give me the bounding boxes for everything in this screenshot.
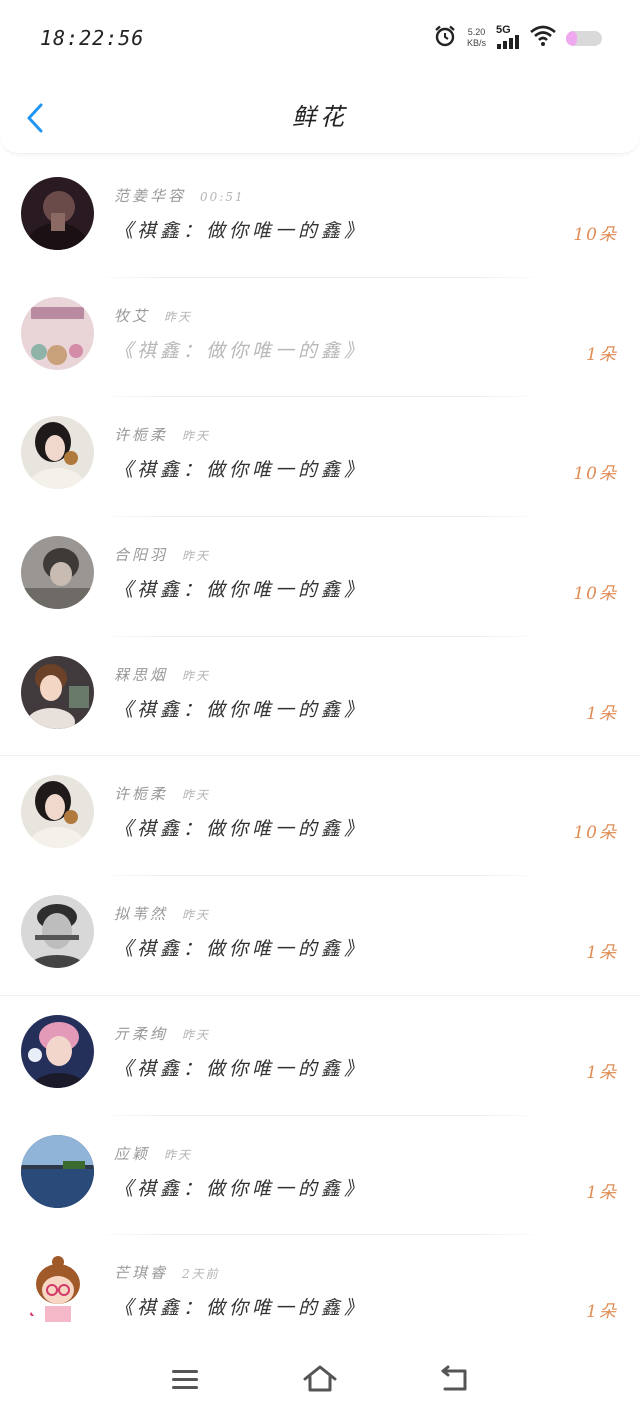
avatar[interactable]: [21, 1254, 94, 1328]
battery-icon: [566, 30, 602, 46]
gift-list: 范姜华容 00:51 《祺鑫：做你唯一的鑫》 10朵 牧艾 昨天 《祺鑫：做你唯一的鑫》 1朵…: [0, 158, 640, 1355]
sent-time: 昨天: [164, 1147, 193, 1162]
sender-name: 牧艾: [114, 306, 151, 325]
sent-time: 昨天: [164, 309, 193, 324]
list-item[interactable]: 拟苇然 昨天《祺鑫：做你唯一的鑫》 1朵: [0, 876, 640, 996]
gift-count: 10朵: [573, 584, 618, 605]
sender-row: 许栀柔 昨天: [114, 783, 210, 804]
gift-message: 《祺鑫：做你唯一的鑫》: [114, 1177, 368, 1200]
gift-count: 1朵: [586, 1182, 618, 1203]
list-item[interactable]: 许栀柔 昨天《祺鑫：做你唯一的鑫》 10朵: [0, 397, 640, 518]
battery-fill: [566, 30, 577, 46]
avatar[interactable]: [21, 655, 94, 729]
bottom-nav: [0, 1340, 640, 1417]
gift-message: 《祺鑫：做你唯一的鑫》: [114, 459, 368, 482]
sender-name: 拟苇然: [114, 905, 169, 924]
sent-time: 昨天: [182, 549, 211, 564]
gift-message: 《祺鑫：做你唯一的鑫》: [114, 220, 368, 242]
gift-count: 1朵: [586, 344, 618, 365]
menu-icon: [172, 1369, 199, 1389]
gift-message: 《祺鑫：做你唯一的鑫》: [114, 1297, 368, 1320]
gift-count: 1朵: [586, 1302, 618, 1323]
signal-icon: [496, 35, 520, 51]
list-item[interactable]: 芒琪睿 2天前《祺鑫：做你唯一的鑫》 1朵: [0, 1235, 640, 1355]
list-item[interactable]: 范姜华容 00:51 《祺鑫：做你唯一的鑫》 10朵: [0, 158, 640, 278]
sent-time: 昨天: [182, 429, 211, 444]
gift-count: 1朵: [586, 943, 618, 964]
gift-message: 《祺鑫：做你唯一的鑫》: [114, 1057, 368, 1080]
home-button[interactable]: [300, 1359, 340, 1399]
avatar[interactable]: [21, 1134, 94, 1208]
sender-name: 芒琪睿: [114, 1264, 169, 1283]
sender-row: 槑思烟 昨天: [114, 664, 210, 685]
sent-time: 昨天: [182, 668, 211, 683]
sender-row: 亓柔绚 昨天: [114, 1023, 210, 1044]
list-item[interactable]: 合阳羽 昨天《祺鑫：做你唯一的鑫》 10朵: [0, 517, 640, 637]
status-time: 18:22:56: [40, 26, 145, 50]
sender-name: 槑思烟: [114, 665, 169, 684]
avatar[interactable]: [21, 1014, 94, 1088]
avatar[interactable]: [21, 296, 94, 370]
home-icon: [303, 1365, 337, 1391]
list-item[interactable]: 牧艾 昨天《祺鑫：做你唯一的鑫》 1朵: [0, 278, 640, 398]
wifi-icon: [530, 25, 556, 51]
status-icons: 5.20 KB/s 5G: [433, 24, 602, 52]
gift-message: 《祺鑫：做你唯一的鑫》: [114, 938, 368, 961]
avatar[interactable]: [21, 536, 94, 610]
sender-name: 许栀柔: [114, 426, 169, 445]
gift-count: 10朵: [573, 823, 618, 844]
list-item[interactable]: 槑思烟 昨天《祺鑫：做你唯一的鑫》 1朵: [0, 637, 640, 757]
gift-count: 10朵: [573, 225, 618, 245]
sender-row: 牧艾 昨天: [114, 305, 192, 326]
avatar[interactable]: [21, 895, 94, 969]
sender-name: 许栀柔: [114, 785, 169, 804]
gift-count: 1朵: [586, 1062, 618, 1083]
gift-message: 《祺鑫：做你唯一的鑫》: [114, 579, 368, 602]
gift-message: 《祺鑫：做你唯一的鑫》: [114, 698, 368, 721]
list-item[interactable]: 亓柔绚 昨天《祺鑫：做你唯一的鑫》 1朵: [0, 996, 640, 1116]
page-title: 鲜花: [292, 103, 348, 131]
sender-name: 应颖: [114, 1144, 151, 1163]
gift-message: 《祺鑫：做你唯一的鑫》: [114, 339, 368, 362]
list-item[interactable]: 许栀柔 昨天《祺鑫：做你唯一的鑫》 10朵: [0, 756, 640, 877]
signal-group: 5G: [496, 25, 520, 51]
chevron-left-icon: [27, 103, 43, 133]
alarm-icon: [433, 24, 457, 52]
sender-row: 范姜华容 00:51: [114, 185, 245, 206]
status-bar: 18:22:56 5.20 KB/s 5G: [0, 0, 640, 76]
avatar[interactable]: [21, 177, 94, 250]
back-button[interactable]: [18, 98, 52, 138]
return-button[interactable]: [435, 1359, 475, 1399]
gift-message: 《祺鑫：做你唯一的鑫》: [114, 818, 368, 841]
net-speed-unit: KB/s: [466, 38, 486, 48]
sender-row: 合阳羽 昨天: [114, 544, 210, 565]
menu-button[interactable]: [165, 1359, 205, 1399]
avatar[interactable]: [21, 775, 94, 849]
sender-row: 许栀柔 昨天: [114, 424, 210, 445]
header: 鲜花: [0, 76, 640, 154]
sender-name: 范姜华容: [114, 187, 187, 205]
network-type: 5G: [496, 24, 511, 36]
screen: 18:22:56 5.20 KB/s 5G 鲜花 范姜华容 00:51 《祺鑫：…: [0, 0, 640, 1417]
net-speed: 5.20 KB/s: [467, 27, 486, 49]
sent-time: 昨天: [182, 1027, 211, 1042]
avatar[interactable]: [21, 416, 94, 490]
sender-row: 芒琪睿 2天前: [114, 1262, 220, 1283]
sent-time: 昨天: [182, 788, 211, 803]
sent-time: 00:51: [200, 190, 245, 204]
sender-row: 拟苇然 昨天: [114, 903, 210, 924]
net-speed-value: 5.20: [467, 27, 486, 37]
sent-time: 昨天: [182, 908, 211, 923]
sender-name: 亓柔绚: [114, 1024, 169, 1043]
gift-count: 1朵: [586, 703, 618, 724]
gift-count: 10朵: [573, 464, 618, 485]
sender-row: 应颖 昨天: [114, 1143, 192, 1164]
sent-time: 2天前: [182, 1267, 220, 1282]
sender-name: 合阳羽: [114, 546, 169, 565]
list-item[interactable]: 应颖 昨天《祺鑫：做你唯一的鑫》 1朵: [0, 1116, 640, 1236]
back-return-icon: [441, 1365, 467, 1390]
